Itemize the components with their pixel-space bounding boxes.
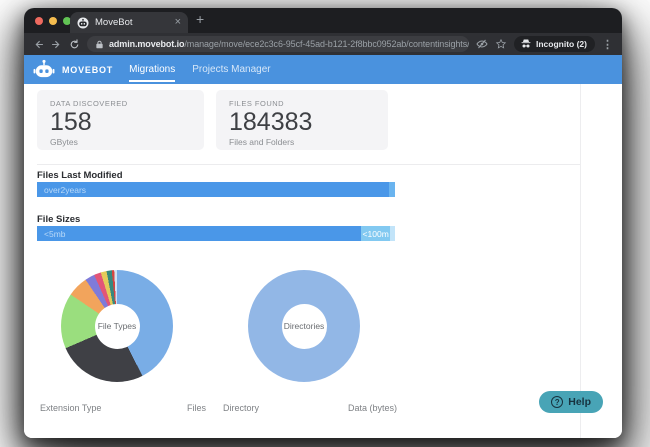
- bar-segment-label: over2years: [44, 184, 87, 195]
- column-header-data-bytes: Data (bytes): [348, 403, 398, 413]
- section-title-file-sizes: File Sizes: [37, 214, 81, 225]
- brand-name: MOVEBOT: [62, 64, 114, 75]
- section-title-files-last-modified: Files Last Modified: [37, 170, 123, 181]
- section-divider: [37, 164, 580, 165]
- url-bar[interactable]: admin.movebot.io/manage/move/ece2c3c6-95…: [87, 36, 469, 52]
- browser-tab-movebot[interactable]: MoveBot ×: [70, 12, 188, 33]
- nav-tab-migrations[interactable]: Migrations: [129, 64, 176, 82]
- main-nav: Migrations Projects Manager: [129, 64, 271, 82]
- stat-value: 158: [50, 108, 92, 136]
- incognito-icon: [520, 38, 532, 50]
- password-hidden-icon[interactable]: [476, 38, 488, 50]
- incognito-label: Incognito (2): [536, 39, 587, 49]
- reload-icon[interactable]: [69, 39, 80, 50]
- stat-value: 184383: [229, 108, 313, 136]
- stat-unit: GBytes: [50, 136, 78, 147]
- files-last-modified-bar[interactable]: over2years: [37, 182, 395, 197]
- question-mark-icon: ?: [551, 396, 564, 408]
- donut-title: File Types: [97, 321, 137, 331]
- bookmark-star-icon[interactable]: [495, 38, 507, 50]
- app-header: MOVEBOT Migrations Projects Manager: [24, 55, 622, 84]
- new-tab-button[interactable]: +: [196, 11, 204, 27]
- close-window-button[interactable]: [35, 17, 43, 25]
- bar-segment[interactable]: [388, 182, 395, 197]
- donut-center: Directories: [281, 303, 327, 349]
- window-controls: [35, 17, 71, 25]
- bar-segment[interactable]: over2years: [37, 182, 389, 197]
- forward-icon[interactable]: [51, 39, 62, 50]
- column-header-directory: Directory: [223, 403, 260, 413]
- directories-donut-chart[interactable]: Directories: [248, 270, 360, 382]
- column-header-files: Files: [187, 403, 207, 413]
- help-button[interactable]: ? Help: [539, 391, 603, 413]
- lock-icon: [95, 40, 104, 49]
- donut-title: Directories: [283, 321, 325, 331]
- stat-card-data-discovered: DATA DISCOVERED 158 GBytes: [37, 90, 204, 150]
- url-domain: admin.movebot.io: [109, 39, 185, 49]
- back-icon[interactable]: [33, 39, 44, 50]
- tab-title: MoveBot: [95, 17, 133, 28]
- browser-toolbar: admin.movebot.io/manage/move/ece2c3c6-95…: [24, 33, 622, 55]
- file-sizes-bar[interactable]: <5mb <100m: [37, 226, 395, 241]
- stat-unit: Files and Folders: [229, 136, 295, 147]
- browser-titlebar: MoveBot × +: [24, 8, 622, 33]
- url-path: /manage/move/ece2c3c6-95cf-45ad-b121-2f8…: [184, 39, 469, 49]
- help-button-label: Help: [568, 396, 591, 408]
- stat-card-files-found: FILES FOUND 184383 Files and Folders: [216, 90, 388, 150]
- bar-segment-label: <5mb: [44, 228, 66, 239]
- bar-segment-label: <100m: [362, 228, 389, 239]
- stat-cards: DATA DISCOVERED 158 GBytes FILES FOUND 1…: [37, 90, 388, 150]
- donut-center: File Types: [94, 303, 140, 349]
- file-types-donut-chart[interactable]: File Types: [61, 270, 173, 382]
- url-text: admin.movebot.io/manage/move/ece2c3c6-95…: [109, 39, 469, 49]
- stat-label: FILES FOUND: [229, 99, 285, 108]
- bar-segment[interactable]: [389, 226, 395, 241]
- content-right-divider: [580, 84, 581, 438]
- movebot-favicon-icon: [77, 17, 89, 29]
- movebot-logo-icon: [33, 59, 55, 81]
- dashboard-content: DATA DISCOVERED 158 GBytes FILES FOUND 1…: [24, 84, 622, 438]
- stat-label: DATA DISCOVERED: [50, 99, 128, 108]
- browser-menu-icon[interactable]: ⋮: [602, 38, 613, 51]
- incognito-badge[interactable]: Incognito (2): [514, 36, 595, 52]
- browser-window: MoveBot × + admin.movebot.io/manage/move…: [24, 8, 622, 438]
- bar-segment[interactable]: <5mb: [37, 226, 362, 241]
- bar-segment[interactable]: <100m: [361, 226, 390, 241]
- tab-close-icon[interactable]: ×: [175, 17, 181, 28]
- nav-tab-projects-manager[interactable]: Projects Manager: [192, 64, 270, 75]
- column-header-extension-type: Extension Type: [40, 403, 102, 413]
- minimize-window-button[interactable]: [49, 17, 57, 25]
